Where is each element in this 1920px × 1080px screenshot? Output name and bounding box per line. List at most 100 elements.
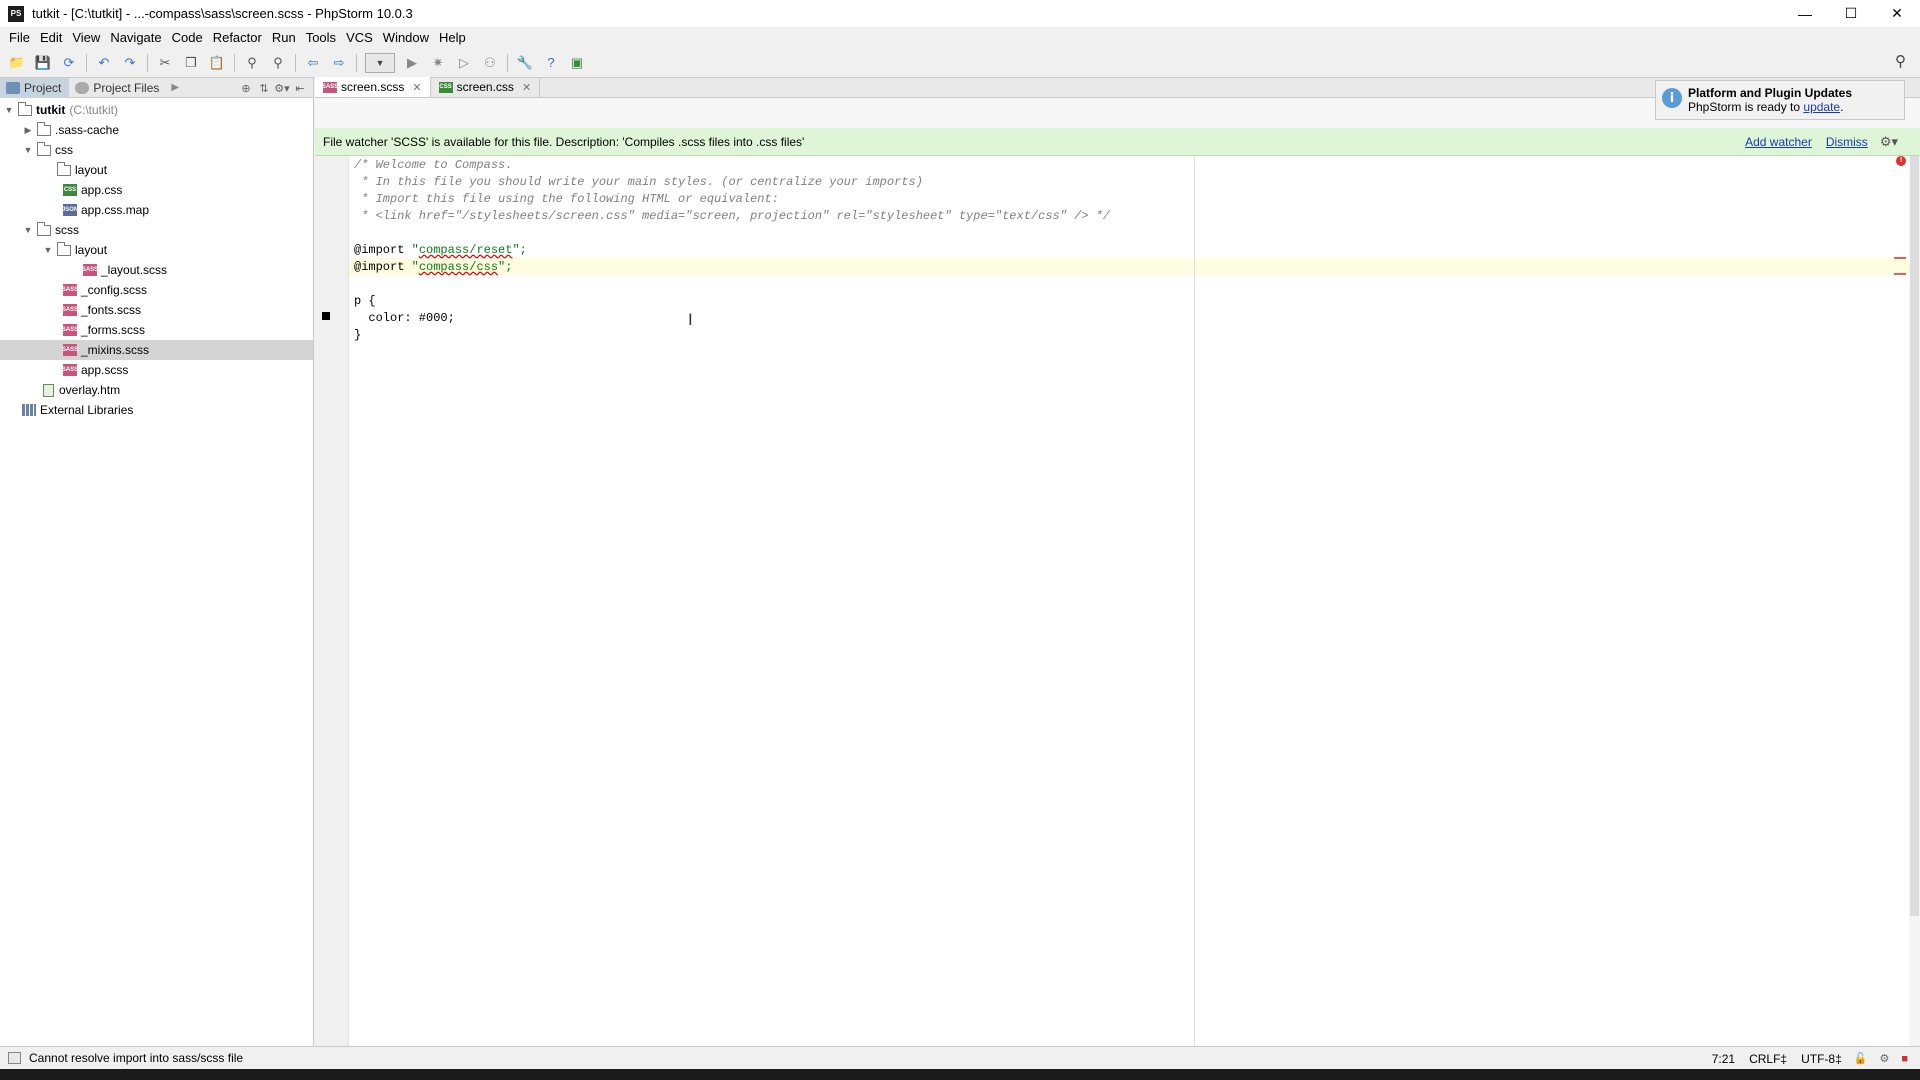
error-stripe-mark[interactable] — [1894, 273, 1906, 275]
css-file-icon: CSS — [63, 184, 77, 196]
tree-item-overlay-htm[interactable]: overlay.htm — [0, 380, 313, 400]
maximize-button[interactable]: ☐ — [1828, 0, 1874, 27]
settings-wrench-icon[interactable]: 🔧 — [514, 52, 536, 74]
string-quote-end: "; — [512, 243, 527, 257]
tree-item-scss[interactable]: ▼ scss — [0, 220, 313, 240]
caret-position[interactable]: 7:21 — [1712, 1052, 1735, 1066]
expanded-arrow-icon[interactable]: ▼ — [21, 145, 35, 155]
tab-screen-css[interactable]: CSS screen.css ✕ — [431, 77, 541, 97]
coverage-icon[interactable]: ▷ — [453, 52, 475, 74]
tab-screen-scss[interactable]: SASS screen.scss ✕ — [315, 77, 431, 97]
expanded-arrow-icon[interactable]: ▼ — [21, 225, 35, 235]
tab-project-files[interactable]: Project Files — [69, 78, 167, 98]
event-log-icon[interactable]: ■ — [1901, 1053, 1908, 1065]
synchronize-icon[interactable]: ⟳ — [58, 52, 80, 74]
project-panel-tools: ⊕ ⇅ ⚙▾ ⇤ — [237, 78, 309, 98]
inspector-icon[interactable]: ⚙ — [1879, 1052, 1889, 1065]
tab-label: screen.css — [456, 80, 514, 94]
close-tab-icon[interactable]: ✕ — [412, 81, 421, 94]
string-quote: " — [411, 260, 419, 274]
tree-item-external-libraries[interactable]: External Libraries — [0, 400, 313, 420]
close-window-button[interactable]: ✕ — [1874, 0, 1920, 27]
tree-item-layout-scss[interactable]: SASS _layout.scss — [0, 260, 313, 280]
tree-item-scss-layout[interactable]: ▼ layout — [0, 240, 313, 260]
code-content[interactable]: /* Welcome to Compass. * In this file yo… — [354, 157, 1110, 344]
window-title: tutkit - [C:\tutkit] - ...-compass\sass\… — [32, 6, 413, 21]
menu-code[interactable]: Code — [167, 30, 208, 45]
plugin-icon[interactable]: ▣ — [566, 52, 588, 74]
lock-icon[interactable]: 🔓 — [1854, 1052, 1868, 1065]
search-everywhere-icon[interactable]: ⚲ — [1895, 52, 1906, 70]
tree-item-label: _config.scss — [81, 283, 148, 297]
paste-icon[interactable]: 📋 — [206, 52, 228, 74]
update-notification[interactable]: i Platform and Plugin Updates PhpStorm i… — [1655, 80, 1905, 120]
find-icon[interactable]: ⚲ — [241, 52, 263, 74]
tree-item-fonts-scss[interactable]: SASS _fonts.scss — [0, 300, 313, 320]
replace-icon[interactable]: ⚲ — [267, 52, 289, 74]
redo-icon[interactable]: ↷ — [119, 52, 141, 74]
tree-item-config-scss[interactable]: SASS _config.scss — [0, 280, 313, 300]
menu-file[interactable]: File — [4, 30, 35, 45]
error-stripe-mark[interactable] — [1894, 257, 1906, 259]
phpstorm-app-icon[interactable]: PS — [8, 5, 24, 22]
hide-panel-icon[interactable]: ⇤ — [291, 79, 309, 97]
add-watcher-link[interactable]: Add watcher — [1745, 135, 1812, 149]
menu-help[interactable]: Help — [434, 30, 471, 45]
notification-suffix: . — [1840, 100, 1844, 114]
help-icon[interactable]: ? — [540, 52, 562, 74]
menu-edit[interactable]: Edit — [35, 30, 67, 45]
scrollbar-thumb[interactable] — [1910, 156, 1919, 916]
close-tab-icon[interactable]: ✕ — [522, 81, 531, 94]
tree-item-root[interactable]: ▼ tutkit (C:\tutkit) — [0, 100, 313, 120]
debug-icon[interactable]: ✷ — [427, 52, 449, 74]
run-configuration-dropdown[interactable]: ▼ — [365, 52, 395, 73]
copy-icon[interactable]: ❐ — [180, 52, 202, 74]
collapsed-arrow-icon[interactable]: ▶ — [21, 125, 35, 136]
tab-project[interactable]: Project — [0, 77, 70, 98]
menu-tools[interactable]: Tools — [301, 30, 341, 45]
cut-icon[interactable]: ✂ — [154, 52, 176, 74]
project-files-icon — [75, 81, 90, 94]
error-indicator-icon[interactable]: ! — [1896, 156, 1906, 166]
editor-gutter[interactable] — [315, 156, 349, 1046]
tree-item-css-layout[interactable]: layout — [0, 160, 313, 180]
breakpoint-marker-icon[interactable] — [322, 312, 330, 320]
more-views-arrow-icon[interactable]: ▶ — [171, 82, 179, 93]
menu-navigate[interactable]: Navigate — [105, 30, 166, 45]
menu-window[interactable]: Window — [378, 30, 434, 45]
open-folder-icon[interactable]: 📁 — [6, 52, 28, 74]
minimize-button[interactable]: — — [1782, 0, 1828, 27]
collapse-all-icon[interactable]: ⇅ — [255, 79, 273, 97]
dismiss-link[interactable]: Dismiss — [1826, 135, 1868, 149]
tree-item-forms-scss[interactable]: SASS _forms.scss — [0, 320, 313, 340]
tree-item-sass-cache[interactable]: ▶ .sass-cache — [0, 120, 313, 140]
tree-item-css[interactable]: ▼ css — [0, 140, 313, 160]
tree-item-label: External Libraries — [40, 403, 134, 417]
menu-run[interactable]: Run — [267, 30, 301, 45]
back-icon[interactable]: ⇦ — [302, 52, 324, 74]
tree-item-app-css-map[interactable]: JSON app.css.map — [0, 200, 313, 220]
tree-item-mixins-scss[interactable]: SASS _mixins.scss — [0, 340, 313, 360]
expanded-arrow-icon[interactable]: ▼ — [41, 245, 55, 255]
panel-settings-gear-icon[interactable]: ⚙▾ — [273, 79, 291, 97]
update-link[interactable]: update — [1803, 100, 1840, 114]
scroll-from-source-icon[interactable]: ⊕ — [237, 79, 255, 97]
menu-view[interactable]: View — [67, 30, 105, 45]
run-icon[interactable]: ▶ — [401, 52, 423, 74]
expanded-arrow-icon[interactable]: ▼ — [2, 105, 16, 115]
editor-scrollbar[interactable] — [1909, 156, 1920, 1046]
undo-icon[interactable]: ↶ — [93, 52, 115, 74]
tree-item-app-css[interactable]: CSS app.css — [0, 180, 313, 200]
menu-vcs[interactable]: VCS — [341, 30, 378, 45]
menu-refactor[interactable]: Refactor — [208, 30, 267, 45]
forward-icon[interactable]: ⇨ — [328, 52, 350, 74]
code-comment-line: /* Welcome to Compass. — [354, 158, 513, 172]
save-all-icon[interactable]: 💾 — [32, 52, 54, 74]
tool-windows-icon[interactable] — [8, 1052, 21, 1064]
listen-debug-icon[interactable]: ⚇ — [479, 52, 501, 74]
line-separator[interactable]: CRLF‡ — [1749, 1052, 1787, 1066]
tree-item-app-scss[interactable]: SASS app.scss — [0, 360, 313, 380]
file-encoding[interactable]: UTF-8‡ — [1801, 1052, 1842, 1066]
banner-gear-icon[interactable]: ⚙▾ — [1880, 134, 1898, 150]
tree-item-label: tutkit — [36, 103, 66, 117]
